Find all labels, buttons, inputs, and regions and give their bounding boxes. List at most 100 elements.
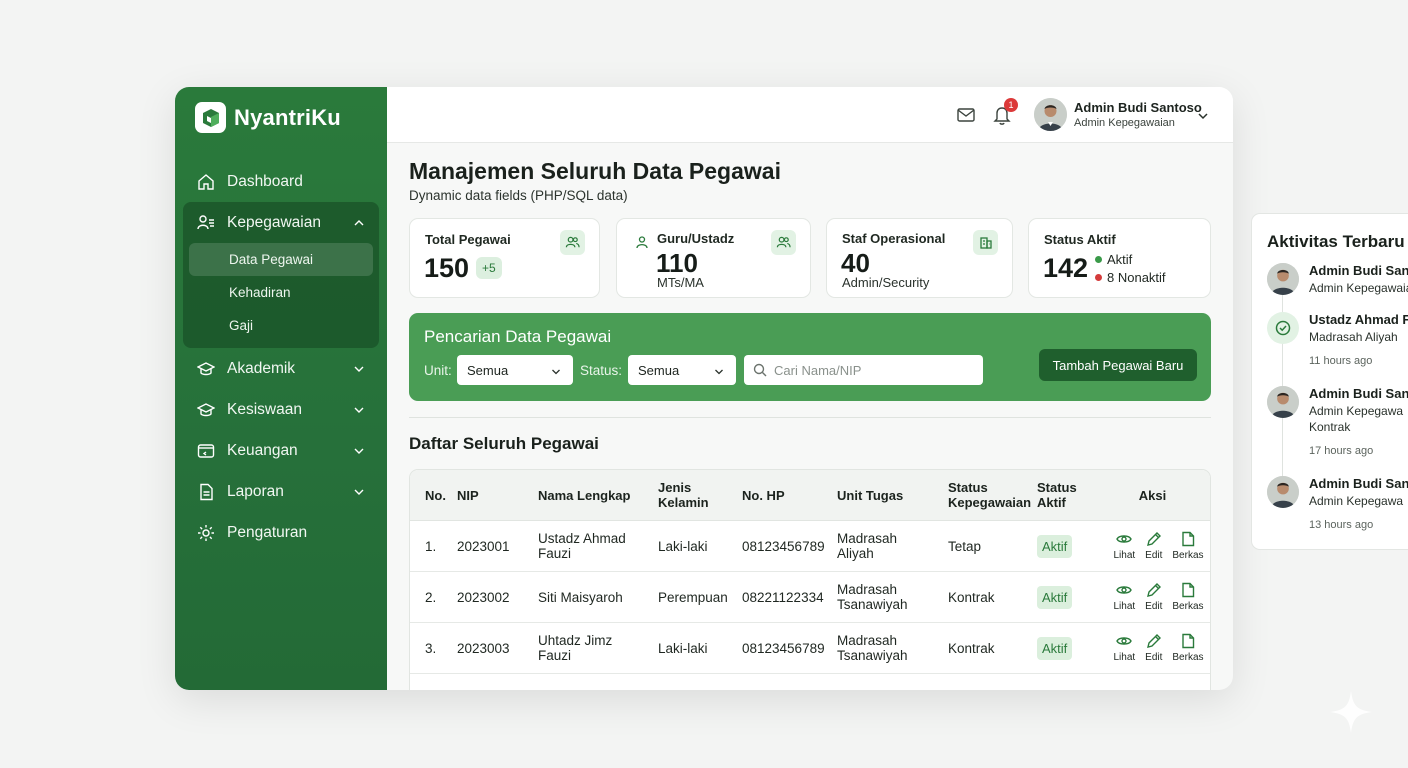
eye-icon — [1116, 582, 1133, 598]
list-title: Daftar Seluruh Pegawai — [409, 434, 599, 453]
unit-label: Unit: — [424, 363, 452, 378]
activity-name: Admin Budi Santo — [1309, 263, 1408, 278]
cell-line: Madrasah — [837, 582, 898, 597]
check-circle-icon — [1267, 312, 1299, 344]
unit-select[interactable]: Semua — [457, 355, 573, 385]
table-header: No. NIP Nama Lengkap Jenis Kelamin No. HP… — [410, 470, 1210, 521]
activity-time: 17 hours ago — [1309, 445, 1374, 457]
files-label: Berkas — [1172, 652, 1204, 663]
activity-time: 13 hours ago — [1309, 519, 1374, 531]
brand[interactable]: NyantriKu — [195, 102, 341, 133]
stat-title: Guru/Ustadz — [657, 231, 735, 246]
cell-line: Siti Maisyaroh — [538, 589, 623, 605]
status-label: Status: — [580, 363, 623, 378]
sidebar-subitem-gaji[interactable]: Gaji — [189, 309, 373, 342]
sidebar-item-kepegawaian[interactable]: Kepegawaian — [183, 202, 379, 243]
sidebar-item-laporan[interactable]: Laporan — [183, 471, 379, 512]
user-role: Admin Kepegawaian — [1074, 117, 1175, 129]
column-header[interactable]: Jenis Kelamin — [643, 480, 727, 510]
column-header-line: Jenis — [658, 480, 692, 495]
column-header-line: Status — [948, 480, 988, 495]
cell-phone: 08221122334 — [742, 589, 824, 605]
stat-title: Total Pegawai — [425, 232, 511, 247]
view-button[interactable]: Lihat — [1113, 531, 1135, 561]
files-button[interactable]: Berkas — [1172, 531, 1204, 561]
cell-unit: Madrasah Aliyah — [822, 531, 933, 561]
cell-gender: Laki-laki — [658, 538, 708, 554]
sidebar-subitem-kehadiran[interactable]: Kehadiran — [189, 276, 373, 309]
status-select[interactable]: Semua — [628, 355, 736, 385]
chevron-down-icon — [353, 445, 365, 457]
file-icon — [1180, 582, 1196, 598]
column-header[interactable]: Unit Tugas — [822, 488, 933, 503]
avatar — [1267, 386, 1299, 418]
avatar[interactable] — [1034, 98, 1067, 131]
sidebar-item-pengaturan[interactable]: Pengaturan — [183, 512, 379, 553]
view-button[interactable]: Lihat — [1113, 633, 1135, 663]
file-icon — [1180, 633, 1196, 649]
activity-title: Aktivitas Terbaru P — [1267, 232, 1408, 251]
table-row: 1. 2023001 Ustadz Ahmad Fauzi Laki-laki 0… — [410, 521, 1210, 572]
column-header[interactable]: NIP — [457, 488, 523, 503]
cell-employment-status: Tetap — [948, 538, 982, 554]
search-placeholder: Cari Nama/NIP — [774, 362, 862, 378]
cell-phone: 08123456789 — [742, 538, 825, 554]
user-name[interactable]: Admin Budi Santoso — [1074, 100, 1202, 115]
search-input[interactable]: Cari Nama/NIP — [744, 355, 983, 385]
status-badge: Aktif — [1037, 585, 1073, 609]
page-title: Manajemen Seluruh Data Pegawai — [409, 158, 781, 184]
mail-icon[interactable] — [956, 105, 976, 125]
stat-title: Status Aktif — [1044, 232, 1116, 247]
main-content: 1 Admin Budi Santoso Admin Kepegawaian M… — [387, 87, 1233, 690]
search-panel: Pencarian Data Pegawai Unit: Semua Statu… — [409, 313, 1211, 401]
column-header[interactable]: Status Kepegawaian — [933, 480, 1031, 510]
view-label: Lihat — [1113, 601, 1136, 612]
view-button[interactable]: Lihat — [1113, 582, 1135, 612]
users-icon — [560, 230, 585, 255]
sidebar-item-label: Kesiswaan — [227, 400, 302, 418]
edit-button[interactable]: Edit — [1145, 531, 1162, 561]
files-button[interactable]: Berkas — [1172, 582, 1204, 612]
pencil-icon — [1146, 582, 1162, 598]
column-header[interactable]: Nama Lengkap — [523, 488, 643, 503]
activity-name: Admin Budi Santo — [1309, 386, 1408, 401]
page-subtitle: Dynamic data fields (PHP/SQL data) — [409, 188, 628, 203]
pencil-icon — [1146, 531, 1162, 547]
sidebar-nav: Dashboard Kepegawaian Data Pegawai Kehad… — [183, 161, 379, 553]
sidebar-item-dashboard[interactable]: Dashboard — [183, 161, 379, 202]
pencil-icon — [1146, 633, 1162, 649]
section-divider — [409, 417, 1211, 418]
status-inactive-label: 8 Nonaktif — [1107, 270, 1166, 285]
column-header[interactable]: No. HP — [727, 488, 822, 503]
view-label: Lihat — [1113, 652, 1136, 663]
column-header[interactable]: No. — [410, 488, 457, 503]
cell-actions: Lihat Edit Berkas — [1095, 633, 1210, 663]
edit-button[interactable]: Edit — [1145, 633, 1162, 663]
cell-nip: 2023001 — [457, 538, 510, 554]
chevron-up-icon — [353, 217, 365, 229]
sidebar-item-akademik[interactable]: Akademik — [183, 348, 379, 389]
status-badge: Aktif — [1037, 534, 1073, 558]
add-employee-button[interactable]: Tambah Pegawai Baru — [1039, 349, 1197, 381]
stat-value: 142 — [1043, 253, 1089, 283]
column-header-line: Kepegawaian — [948, 495, 1032, 510]
chevron-down-icon — [353, 486, 365, 498]
sidebar-subitem-data-pegawai[interactable]: Data Pegawai — [189, 243, 373, 276]
cell-active-status: Aktif — [1031, 585, 1095, 609]
cell-active-status: Aktif — [1031, 636, 1095, 660]
sidebar-item-kesiswaan[interactable]: Kesiswaan — [183, 389, 379, 430]
activity-desc: Madrasah Aliyah — [1309, 330, 1398, 344]
employee-table: No. NIP Nama Lengkap Jenis Kelamin No. HP… — [409, 469, 1211, 690]
sidebar-item-keuangan[interactable]: Keuangan — [183, 430, 379, 471]
building-icon — [973, 230, 998, 255]
avatar — [1267, 476, 1299, 508]
chevron-down-icon[interactable] — [1197, 109, 1209, 121]
files-button[interactable]: Berkas — [1172, 633, 1204, 663]
edit-button[interactable]: Edit — [1145, 582, 1162, 612]
cell-nip: 2023002 — [457, 589, 510, 605]
files-label: Berkas — [1172, 601, 1204, 612]
cell-line: Fauzi — [538, 546, 572, 561]
home-icon — [197, 173, 215, 191]
column-header[interactable]: Status Aktif — [1031, 480, 1095, 510]
table-row: 3. 2023003 Uhtadz Jimz Fauzi Laki-laki 0… — [410, 623, 1210, 674]
